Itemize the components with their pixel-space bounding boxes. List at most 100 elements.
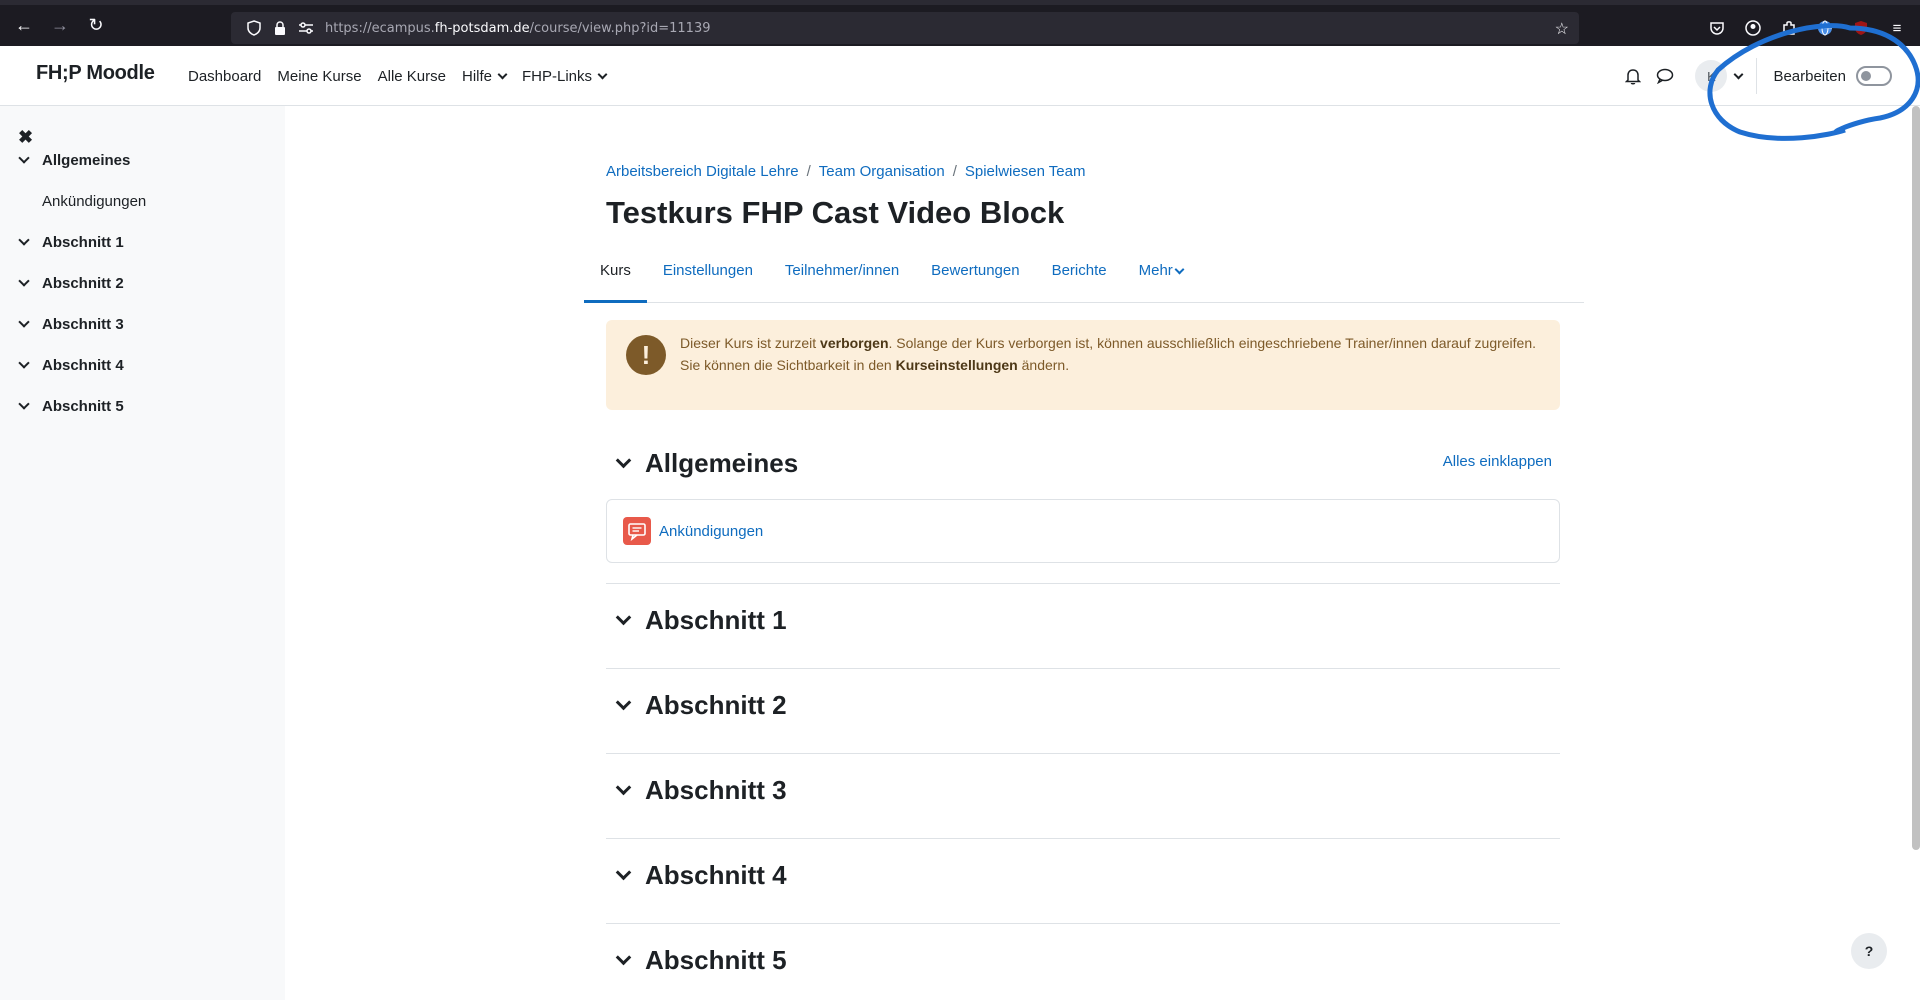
section-abschnitt-3: Abschnitt 3 — [606, 770, 1560, 810]
tab-mehr-dropdown[interactable]: Mehr — [1123, 250, 1199, 303]
chevron-down-icon — [1174, 264, 1185, 275]
nav-dashboard[interactable]: Dashboard — [180, 68, 269, 85]
chevron-down-icon[interactable] — [615, 864, 632, 880]
back-icon[interactable]: ← — [6, 8, 42, 44]
section-abschnitt-2: Abschnitt 2 — [606, 685, 1560, 725]
help-button[interactable]: ? — [1851, 933, 1887, 969]
alert-bold-1: verborgen — [820, 335, 889, 351]
bookmark-star-icon[interactable]: ☆ — [1555, 19, 1569, 39]
nav-hilfe-dropdown[interactable]: Hilfe — [454, 68, 514, 85]
chevron-down-icon[interactable] — [615, 694, 632, 710]
tab-teilnehmer[interactable]: Teilnehmer/innen — [769, 250, 915, 303]
user-avatar[interactable]: K — [1695, 60, 1728, 92]
chevron-down-icon[interactable] — [18, 234, 30, 246]
menu-icon[interactable]: ≡ — [1884, 12, 1910, 44]
exclamation-icon: ! — [626, 335, 666, 375]
tab-label: Einstellungen — [662, 262, 753, 279]
section-abschnitt-1: Abschnitt 1 — [606, 600, 1560, 640]
extensions-icon[interactable] — [1776, 12, 1802, 44]
shield-icon[interactable] — [241, 20, 267, 36]
drawer-section-allgemeines[interactable]: Allgemeines — [18, 152, 131, 169]
chevron-down-icon[interactable] — [18, 357, 30, 369]
chevron-down-icon[interactable] — [18, 275, 30, 287]
tab-label: Bewertungen — [931, 262, 1020, 279]
section-divider — [606, 753, 1560, 754]
tab-label: Teilnehmer/innen — [784, 262, 900, 279]
browser-toolbar: ← → ↻ https://ecampus.fh-potsdam.de/cour… — [0, 0, 1920, 46]
breadcrumb-separator: / — [806, 163, 811, 180]
nav-meine-kurse-label: Meine Kurse — [277, 67, 362, 85]
close-icon[interactable]: ✖ — [18, 127, 33, 148]
nav-meine-kurse[interactable]: Meine Kurse — [269, 68, 369, 85]
address-bar[interactable]: https://ecampus.fh-potsdam.de/course/vie… — [231, 12, 1579, 44]
tab-berichte[interactable]: Berichte — [1036, 250, 1123, 303]
drawer-section-abschnitt-4[interactable]: Abschnitt 4 — [18, 357, 124, 374]
section-title: Abschnitt 1 — [645, 604, 787, 635]
nav-fhp-links-label: FHP-Links — [522, 67, 593, 85]
section-title: Abschnitt 3 — [645, 774, 787, 805]
drawer-section-abschnitt-2[interactable]: Abschnitt 2 — [18, 275, 124, 292]
drawer-section-abschnitt-3[interactable]: Abschnitt 3 — [18, 316, 124, 333]
chevron-down-icon[interactable] — [615, 452, 632, 468]
nav-alle-kurse[interactable]: Alle Kurse — [370, 68, 454, 85]
lock-icon[interactable] — [267, 20, 293, 36]
drawer-activity-ankuendigungen[interactable]: Ankündigungen — [42, 193, 146, 210]
site-logo[interactable]: FH;P Moodle — [36, 62, 155, 85]
drawer-section-abschnitt-5[interactable]: Abschnitt 5 — [18, 398, 124, 415]
breadcrumb: Arbeitsbereich Digitale Lehre / Team Org… — [606, 163, 1085, 180]
collapse-all-link[interactable]: Alles einklappen — [1443, 453, 1552, 470]
chevron-down-icon[interactable] — [615, 779, 632, 795]
permissions-icon[interactable] — [293, 22, 319, 34]
drawer-section-abschnitt-1[interactable]: Abschnitt 1 — [18, 234, 124, 251]
forward-icon[interactable]: → — [42, 8, 78, 44]
drawer-section-label: Allgemeines — [42, 152, 131, 169]
alert-text-4: ändern. — [1017, 357, 1070, 373]
edit-mode-toggle[interactable] — [1856, 66, 1892, 86]
chevron-down-icon[interactable] — [615, 949, 632, 965]
nav-fhp-links-dropdown[interactable]: FHP-Links — [514, 68, 614, 85]
edit-mode-label: Bearbeiten — [1773, 67, 1846, 85]
url-host: fh-potsdam.de — [434, 20, 530, 36]
navbar-divider — [1756, 58, 1758, 94]
alert-link-kurseinstellungen[interactable]: Kurseinstellungen — [896, 357, 1018, 373]
chevron-down-icon — [497, 69, 508, 79]
reload-icon[interactable]: ↻ — [78, 8, 114, 44]
chat-bubble-icon[interactable] — [1649, 60, 1681, 92]
tab-label: Mehr — [1138, 262, 1173, 279]
breadcrumb-item[interactable]: Spielwiesen Team — [965, 163, 1086, 180]
vpn-globe-icon[interactable] — [1812, 12, 1838, 44]
chevron-down-icon[interactable] — [615, 609, 632, 625]
forum-icon — [623, 517, 651, 545]
drawer-section-label: Abschnitt 5 — [42, 398, 124, 415]
tab-bewertungen[interactable]: Bewertungen — [915, 250, 1035, 303]
user-menu-chevron-down-icon[interactable] — [1733, 69, 1744, 79]
account-icon[interactable] — [1740, 12, 1766, 44]
page-scrollbar[interactable] — [1912, 106, 1920, 850]
course-hidden-alert: ! Dieser Kurs ist zurzeit verborgen. Sol… — [606, 320, 1560, 410]
breadcrumb-item[interactable]: Team Organisation — [819, 163, 945, 180]
chevron-down-icon — [597, 69, 608, 79]
chevron-down-icon[interactable] — [18, 152, 30, 164]
pocket-icon[interactable] — [1704, 12, 1730, 44]
section-title: Abschnitt 5 — [645, 944, 787, 975]
section-divider — [606, 583, 1560, 584]
tab-kurs[interactable]: Kurs — [584, 250, 647, 303]
tab-label: Berichte — [1051, 262, 1107, 279]
course-index-drawer: ✖ Allgemeines Ankündigungen Abschnitt 1 … — [0, 106, 285, 1000]
bell-icon[interactable] — [1617, 60, 1649, 92]
chevron-down-icon[interactable] — [18, 398, 30, 410]
url-prefix: https://ecampus. — [325, 20, 435, 36]
ublock-icon[interactable] — [1848, 12, 1874, 44]
drawer-section-label: Abschnitt 3 — [42, 316, 124, 333]
breadcrumb-separator: / — [952, 163, 957, 180]
moodle-navbar: FH;P Moodle Dashboard Meine Kurse Alle K… — [0, 46, 1920, 106]
tab-einstellungen[interactable]: Einstellungen — [647, 250, 769, 303]
section-divider — [606, 923, 1560, 924]
url-text[interactable]: https://ecampus.fh-potsdam.de/course/vie… — [325, 21, 711, 36]
nav-dashboard-label: Dashboard — [188, 67, 262, 85]
chevron-down-icon[interactable] — [18, 316, 30, 328]
drawer-section-label: Abschnitt 1 — [42, 234, 124, 251]
activity-link[interactable]: Ankündigungen — [659, 523, 763, 540]
breadcrumb-item[interactable]: Arbeitsbereich Digitale Lehre — [606, 163, 799, 180]
section-title: Abschnitt 4 — [645, 859, 787, 890]
